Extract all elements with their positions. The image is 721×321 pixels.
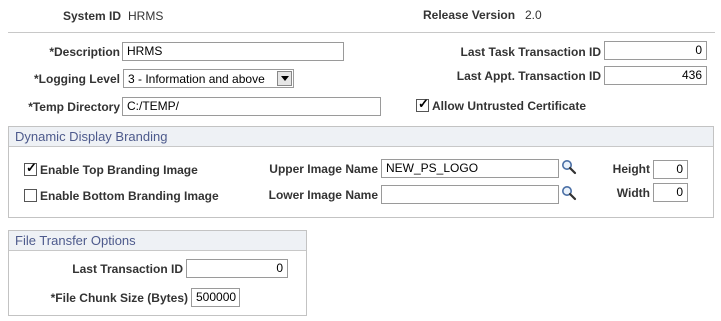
enable-top-branding-checkbox[interactable]: ✓ [24, 160, 37, 176]
width-field[interactable]: 0 [653, 183, 688, 202]
system-id-label: System ID [63, 9, 122, 23]
height-label: Height [612, 162, 650, 176]
temp-directory-label: *Temp Directory [28, 100, 120, 114]
lower-image-name-label: Lower Image Name [268, 188, 378, 202]
last-transaction-id-field[interactable]: 0 [186, 259, 288, 278]
enable-top-branding-label: Enable Top Branding Image [40, 163, 198, 177]
checkmark-icon: ✓ [418, 96, 429, 111]
last-appt-transaction-field[interactable]: 436 [604, 66, 707, 85]
file-chunk-size-field[interactable]: 500000 [191, 288, 240, 307]
last-transaction-id-label: Last Transaction ID [72, 262, 183, 276]
branding-group-title: Dynamic Display Branding [9, 127, 713, 147]
file-transfer-group-title: File Transfer Options [9, 231, 306, 251]
upper-image-name-label: Upper Image Name [269, 162, 378, 176]
header-divider [8, 32, 715, 33]
release-version-label: Release Version [423, 8, 516, 22]
logging-level-label: *Logging Level [33, 72, 120, 86]
checkmark-icon: ✓ [26, 160, 37, 175]
width-label: Width [616, 186, 650, 200]
last-task-transaction-field[interactable]: 0 [604, 41, 707, 60]
file-chunk-size-label: *File Chunk Size (Bytes) [50, 291, 188, 305]
system-id-value: HRMS [128, 9, 164, 23]
search-icon[interactable] [561, 159, 577, 175]
logging-level-select[interactable]: 3 - Information and above [123, 69, 294, 88]
upper-image-name-field[interactable]: NEW_PS_LOGO [381, 159, 559, 178]
search-icon[interactable] [561, 185, 577, 201]
height-field[interactable]: 0 [653, 160, 688, 179]
release-version-value: 2.0 [525, 8, 542, 22]
enable-bottom-branding-label: Enable Bottom Branding Image [40, 189, 219, 203]
last-appt-transaction-label: Last Appt. Transaction ID [456, 69, 601, 83]
logging-level-value: 3 - Information and above [128, 72, 265, 86]
enable-bottom-branding-checkbox[interactable] [24, 189, 37, 202]
lower-image-name-field[interactable] [381, 185, 559, 204]
temp-directory-field[interactable]: C:/TEMP/ [122, 97, 381, 116]
description-label: *Description [49, 45, 120, 59]
chevron-down-icon[interactable] [277, 71, 292, 86]
allow-untrusted-label: Allow Untrusted Certificate [432, 99, 587, 113]
allow-untrusted-checkbox[interactable]: ✓ [416, 96, 429, 112]
description-field[interactable]: HRMS [122, 42, 344, 61]
last-task-transaction-label: Last Task Transaction ID [460, 45, 602, 59]
